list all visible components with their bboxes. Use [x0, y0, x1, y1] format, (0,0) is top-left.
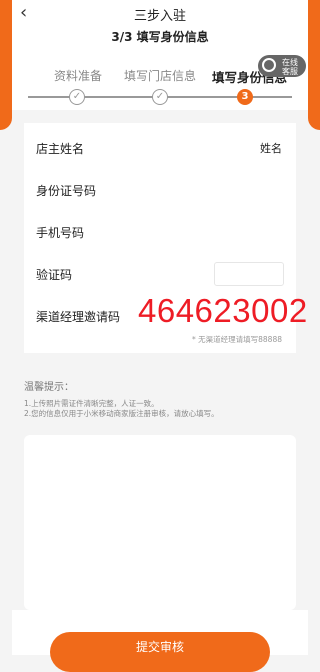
phone-label: 手机号码 [36, 226, 85, 240]
service-label-line2: 客服 [282, 67, 298, 76]
tips-title: 温馨提示： [24, 382, 74, 393]
step-title: 3/3 填写身份信息 [12, 26, 308, 48]
verify-code-input[interactable] [214, 262, 284, 286]
step-check-icon: ✓ [69, 89, 85, 105]
step-label-store-info: 填写门店信息 [124, 69, 197, 83]
headset-icon [262, 58, 276, 72]
verify-code-row: 验证码 [36, 262, 284, 286]
top-bar: ‹ 三步入驻 [12, 0, 308, 26]
page-title: 三步入驻 [133, 9, 186, 24]
owner-name-label: 店主姓名 [36, 142, 85, 156]
id-number-row[interactable]: 身份证号码 [36, 178, 284, 202]
phone-row[interactable]: 手机号码 [36, 220, 284, 244]
owner-name-row: 店主姓名 姓名 [36, 136, 284, 160]
invite-code-row: 渠道经理邀请码 464623002 [36, 292, 307, 329]
id-number-label: 身份证号码 [36, 184, 97, 198]
invite-code-value[interactable]: 464623002 [138, 292, 308, 330]
tips-section: 温馨提示： 1.上传照片需证件清晰完整，人证一致。 2.您的信息仅用于小米移动商… [24, 378, 296, 419]
invite-code-hint: * 无渠道经理请填写88888 [192, 335, 282, 344]
step-current-marker: 3 [237, 89, 253, 105]
owner-name-input[interactable]: 姓名 [260, 140, 282, 156]
invite-code-label: 渠道经理邀请码 [36, 310, 121, 324]
tip-item: 2.您的信息仅用于小米移动商家版注册审核，请放心填写。 [24, 409, 219, 418]
decor-left-bar [0, 0, 12, 130]
verify-code-label: 验证码 [36, 268, 73, 282]
step-check-icon: ✓ [152, 89, 168, 105]
submit-button[interactable]: 提交审核 [50, 632, 270, 672]
step-label-prepare: 资料准备 [54, 69, 103, 83]
content-card [24, 435, 296, 610]
identity-form: 店主姓名 姓名 身份证号码 手机号码 验证码 渠道经理邀请码 464623002… [24, 123, 307, 353]
online-service-button[interactable]: 在线 客服 [258, 55, 306, 77]
tip-item: 1.上传照片需证件清晰完整，人证一致。 [24, 399, 159, 408]
decor-right-bar [308, 0, 320, 130]
